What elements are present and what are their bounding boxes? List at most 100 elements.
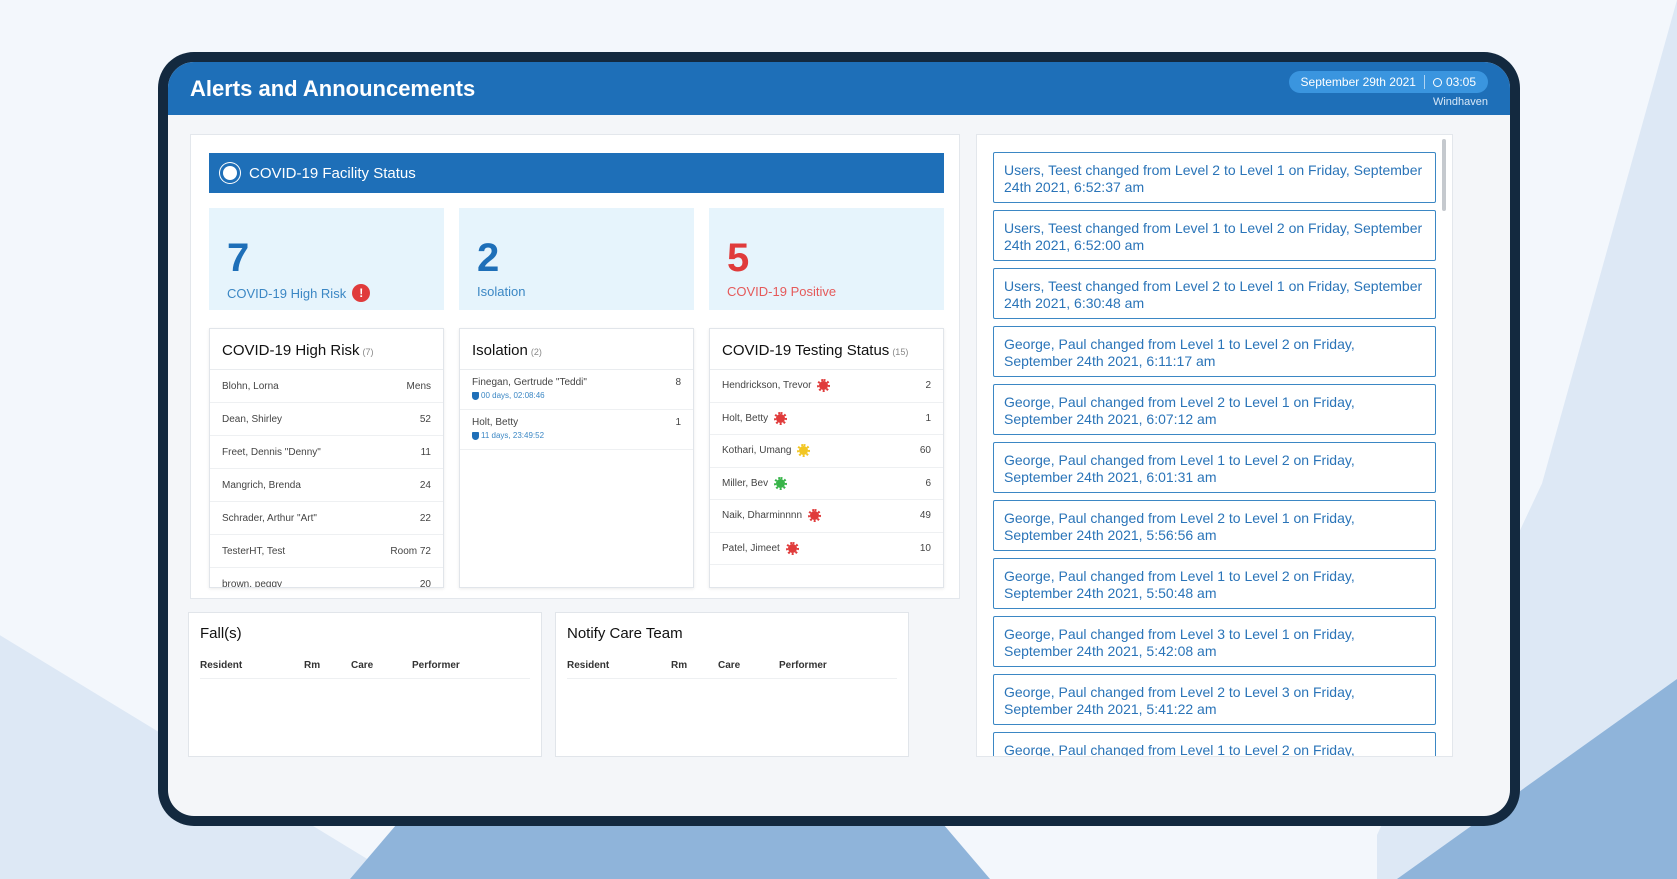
column-header[interactable]: Care	[351, 660, 373, 671]
announcement-item[interactable]: Users, Teest changed from Level 2 to Lev…	[993, 268, 1436, 319]
stat-value: 5	[727, 236, 750, 280]
resident-name: Dean, Shirley	[222, 413, 283, 425]
resident-name-group: Naik, Dharminnnn	[722, 509, 822, 523]
resident-name: Naik, Dharminnnn	[722, 510, 803, 522]
column-header[interactable]: Resident	[200, 660, 242, 671]
list-item[interactable]: Hendrickson, Trevor 2	[710, 370, 943, 403]
list-item[interactable]: Miller, Bev 6	[710, 468, 943, 500]
column-header[interactable]: Rm	[304, 660, 320, 671]
card-title: COVID-19 Testing Status (15)	[710, 329, 943, 370]
top-bar: Alerts and Announcements September 29th …	[168, 62, 1510, 115]
screen: Alerts and Announcements September 29th …	[168, 62, 1510, 816]
resident-name: Holt, Betty	[722, 412, 769, 424]
time-group: 03:05	[1432, 75, 1476, 89]
list-item[interactable]: brown, peggy 20	[210, 568, 443, 588]
list-item[interactable]: Kothari, Umang 60	[710, 435, 943, 468]
notify-care-team-card: Notify Care Team Resident Rm Care Perfor…	[555, 612, 909, 757]
virus-status-icon	[774, 411, 788, 425]
list-item[interactable]: TesterHT, Test Room 72	[210, 535, 443, 568]
card-count: (7)	[362, 347, 374, 357]
announcement-item[interactable]: George, Paul changed from Level 1 to Lev…	[993, 442, 1436, 493]
stat-label: COVID-19 High Risk !	[227, 284, 371, 302]
resident-room: Room 72	[390, 545, 431, 557]
stat-positive[interactable]: 5 COVID-19 Positive	[709, 208, 944, 310]
stat-value: 7	[227, 236, 250, 280]
resident-name: TesterHT, Test	[222, 545, 286, 557]
resident-room: 24	[419, 479, 431, 491]
column-header[interactable]: Care	[718, 660, 740, 671]
resident-room: 60	[919, 445, 931, 457]
announcement-item[interactable]: George, Paul changed from Level 1 to Lev…	[993, 732, 1436, 756]
scrollbar[interactable]	[1442, 139, 1446, 211]
column-header[interactable]: Performer	[412, 660, 460, 671]
card-title-text: Isolation	[472, 342, 528, 359]
resident-info: Holt, Betty 11 days, 23:49:52	[472, 417, 544, 442]
resident-room: 20	[419, 578, 431, 588]
list-item[interactable]: Dean, Shirley 52	[210, 403, 443, 436]
list-item[interactable]: Holt, Betty 11 days, 23:49:52 1	[460, 410, 693, 450]
virus-status-icon	[785, 541, 799, 555]
resident-name: Finegan, Gertrude "Teddi"	[472, 377, 587, 388]
duration-text: 11 days, 23:49:52	[481, 431, 545, 440]
resident-room: 11	[420, 446, 431, 458]
facility-status-title: COVID-19 Facility Status	[249, 164, 416, 182]
announcement-item[interactable]: Users, Teest changed from Level 2 to Lev…	[993, 152, 1436, 203]
resident-name: Schrader, Arthur "Art"	[222, 512, 317, 524]
announcement-item[interactable]: George, Paul changed from Level 2 to Lev…	[993, 500, 1436, 551]
column-header[interactable]: Performer	[779, 660, 827, 671]
resident-name: Blohn, Lorna	[222, 380, 279, 392]
list-item[interactable]: Holt, Betty 1	[710, 403, 943, 435]
duration-text: 00 days, 02:08:46	[481, 391, 545, 400]
list-item[interactable]: Blohn, Lorna Mens	[210, 370, 443, 403]
announcement-item[interactable]: George, Paul changed from Level 1 to Lev…	[993, 326, 1436, 377]
stat-label: Isolation	[477, 284, 526, 299]
card-title: Fall(s)	[200, 625, 242, 642]
announcement-item[interactable]: George, Paul changed from Level 2 to Lev…	[993, 674, 1436, 725]
resident-room: 1	[925, 412, 931, 424]
high-risk-list: Blohn, Lorna Mens Dean, Shirley 52 Freet, De…	[210, 370, 443, 588]
stat-isolation[interactable]: 2 Isolation	[459, 208, 694, 310]
resident-name: brown, peggy	[222, 578, 283, 588]
table-header: Resident Rm Care Performer	[200, 657, 530, 679]
clock-icon	[1432, 77, 1442, 87]
announcement-item[interactable]: George, Paul changed from Level 3 to Lev…	[993, 616, 1436, 667]
page-title: Alerts and Announcements	[190, 76, 476, 101]
resident-name-group: Kothari, Umang	[722, 444, 811, 458]
virus-status-icon	[774, 476, 788, 490]
shield-icon	[472, 391, 479, 400]
resident-room: 52	[419, 413, 431, 425]
resident-name-group: Holt, Betty	[722, 411, 788, 425]
shield-icon	[472, 431, 479, 440]
resident-room: 10	[919, 542, 931, 554]
list-item[interactable]: Schrader, Arthur "Art" 22	[210, 502, 443, 535]
announcement-item[interactable]: Users, Teest changed from Level 1 to Lev…	[993, 210, 1436, 261]
resident-name: Holt, Betty	[472, 417, 519, 428]
list-item[interactable]: Freet, Dennis "Denny" 11	[210, 436, 443, 469]
resident-room: Mens	[406, 380, 431, 392]
announcements-panel[interactable]: Users, Teest changed from Level 2 to Lev…	[976, 134, 1453, 757]
list-item[interactable]: Patel, Jimeet 10	[710, 533, 943, 565]
isolation-duration: 00 days, 02:08:46	[472, 391, 587, 400]
current-date: September 29th 2021	[1300, 75, 1416, 89]
resident-name: Kothari, Umang	[722, 445, 792, 457]
virus-status-icon	[797, 444, 811, 458]
testing-status-card: COVID-19 Testing Status (15) Hendrickson,…	[709, 328, 944, 588]
current-time: 03:05	[1445, 75, 1476, 89]
list-item[interactable]: Finegan, Gertrude "Teddi" 00 days, 02:08:…	[460, 370, 693, 410]
stat-high-risk[interactable]: 7 COVID-19 High Risk !	[209, 208, 444, 310]
high-risk-card: COVID-19 High Risk (7) Blohn, Lorna Mens De…	[209, 328, 444, 588]
resident-room: 8	[675, 377, 681, 388]
resident-info: Finegan, Gertrude "Teddi" 00 days, 02:08:…	[472, 377, 587, 402]
column-header[interactable]: Rm	[671, 660, 687, 671]
resident-name: Hendrickson, Trevor	[722, 380, 812, 392]
announcement-item[interactable]: George, Paul changed from Level 1 to Lev…	[993, 558, 1436, 609]
stat-value: 2	[477, 236, 500, 280]
resident-name: Mangrich, Brenda	[222, 479, 301, 491]
date-time-pill: September 29th 2021 03:05	[1288, 71, 1488, 93]
announcement-item[interactable]: George, Paul changed from Level 2 to Lev…	[993, 384, 1436, 435]
stat-label: COVID-19 Positive	[727, 284, 837, 299]
resident-room: 2	[925, 380, 931, 392]
list-item[interactable]: Naik, Dharminnnn 49	[710, 500, 943, 533]
list-item[interactable]: Mangrich, Brenda 24	[210, 469, 443, 502]
column-header[interactable]: Resident	[567, 660, 609, 671]
